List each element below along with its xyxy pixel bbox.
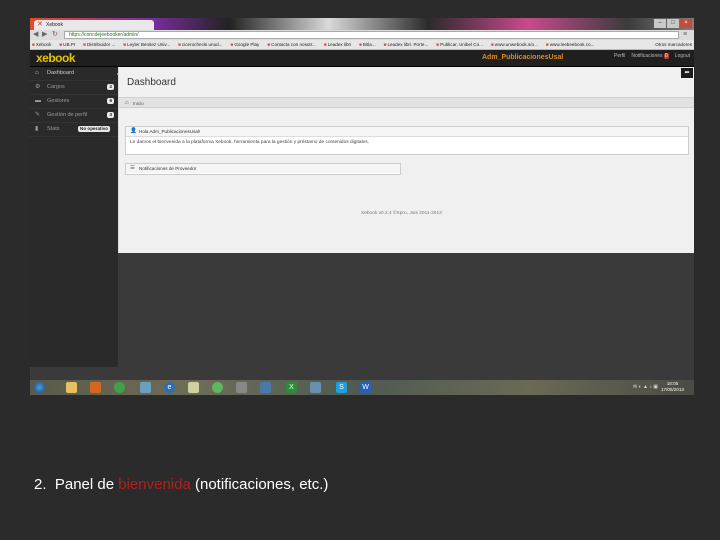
address-bar[interactable]: https://concdejeebooker/admin/: [64, 31, 679, 39]
home-icon: ⌂: [35, 70, 39, 76]
count-badge: 6: [107, 98, 114, 104]
app-name: Adm_PublicacionesUsal: [482, 54, 564, 61]
bookmark-item[interactable]: cicerochecki.unud...: [176, 40, 223, 49]
spotify-icon[interactable]: [212, 382, 223, 393]
windows-taskbar: e X S W ✉ ◐ ▲ ♪ ▣ 16:05 17/05/2013: [30, 380, 694, 395]
files-icon[interactable]: [188, 382, 199, 393]
app-header: xebook Adm_PublicacionesUsal Perfil Noti…: [30, 50, 694, 67]
menu-icon[interactable]: ≡: [683, 31, 687, 39]
bookmark-item[interactable]: Leyler Benitez Univ...: [121, 40, 170, 49]
welcome-panel: 👤 Hola Adm_PublicacionesUsal! Le damos e…: [125, 126, 689, 155]
bookmark-item[interactable]: www.leebeebook.co...: [544, 40, 595, 49]
start-button-icon[interactable]: [34, 382, 45, 393]
count-badge: 3: [107, 112, 114, 118]
notifications-link[interactable]: Notificaciones 0: [631, 53, 669, 59]
window-controls: – □ ×: [654, 19, 692, 28]
media-icon[interactable]: [236, 382, 247, 393]
bookmarks-bar: Xebook UB.PI Distribuidor ... Leyler Ben…: [30, 40, 694, 50]
bookmark-item[interactable]: Distribuidor ...: [81, 40, 115, 49]
forward-arrow-icon[interactable]: ▶: [42, 31, 47, 39]
breadcrumb: ⌂ Inicio: [119, 97, 694, 108]
sidebar-item-label: Gestores: [47, 98, 70, 104]
sidebar-item-label: Dashboard: [47, 70, 74, 76]
caption-number: 2.: [34, 476, 47, 493]
notifications-panel: ☰ Notificaciones de Proveedor: [125, 163, 401, 175]
list-icon: ☰: [130, 165, 135, 171]
welcome-panel-header: 👤 Hola Adm_PublicacionesUsal!: [126, 127, 688, 137]
sidebar: ⌂ Dashboard ⚙ Cargos 2 ▬ Gestores 6 ✎ Ge…: [30, 67, 120, 367]
sidebar-item-stats[interactable]: ▮ Stats No operativo: [30, 123, 118, 137]
xebook-favicon-icon: ✕: [37, 21, 43, 28]
welcome-message: Le damos el bienvenida a la plataforma X…: [130, 140, 369, 145]
user-icon: 👤: [130, 128, 137, 134]
folder-icon[interactable]: [66, 382, 77, 393]
screenshot: ✕ Xebook – □ × ◀ ▶ ↻ https://concdejeebo…: [30, 18, 694, 395]
notifications-panel-header: ☰ Notificaciones de Proveedor: [126, 164, 400, 173]
count-badge: 2: [107, 84, 114, 90]
back-to-top-button[interactable]: ⬅: [681, 68, 693, 78]
bookmark-item[interactable]: Google Play: [229, 40, 259, 49]
caption-prefix: Panel de: [54, 476, 119, 493]
system-tray[interactable]: ✉ ◐ ▲ ♪ ▣: [633, 384, 658, 390]
ie-icon[interactable]: e: [164, 382, 175, 393]
browser-tab[interactable]: ✕ Xebook: [34, 20, 154, 30]
bookmark-item[interactable]: Leadex libri. Porte...: [382, 40, 428, 49]
notifications-panel-title: Notificaciones de Proveedor: [139, 166, 197, 171]
excel-icon[interactable]: X: [286, 382, 297, 393]
minimize-button[interactable]: –: [654, 19, 666, 28]
caption-highlight: bienvenida: [118, 476, 191, 493]
word-icon[interactable]: W: [360, 382, 371, 393]
chrome-icon[interactable]: [114, 382, 125, 393]
back-arrow-icon[interactable]: ◀: [33, 31, 38, 39]
breadcrumb-item[interactable]: Inicio: [133, 101, 144, 106]
sidebar-item-label: Cargos: [47, 84, 65, 90]
sidebar-item-dashboard[interactable]: ⌂ Dashboard: [30, 67, 120, 81]
sidebar-item-label: Gestión de perfil: [47, 112, 88, 118]
pencil-icon: ✎: [35, 112, 41, 118]
notifications-label: Notificaciones: [631, 53, 663, 59]
bookmark-item[interactable]: Leadex libri: [322, 40, 352, 49]
home-icon: ⌂: [125, 100, 129, 106]
reload-icon[interactable]: ↻: [52, 31, 58, 39]
logout-link[interactable]: Logout: [675, 53, 690, 59]
bookmark-item[interactable]: Contacta con nosotr...: [265, 40, 316, 49]
slide-caption: 2. Panel de bienvenida (notificaciones, …: [34, 476, 328, 493]
welcome-panel-title: Hola Adm_PublicacionesUsal!: [139, 129, 201, 134]
bookmark-item[interactable]: www.unwebook.s/o...: [489, 40, 538, 49]
bookmarks-other-folder[interactable]: Otros marcadores: [655, 40, 692, 49]
sidebar-item-cargos[interactable]: ⚙ Cargos 2: [30, 81, 118, 95]
xebook-logo[interactable]: xebook: [36, 51, 76, 65]
bookmark-item[interactable]: Publicar, Unibel Co...: [434, 40, 483, 49]
footer-text: Xebook v0.2.4 ©Xpro, Juis 2011-2013: [361, 211, 442, 216]
main-content: Dashboard ⌂ Inicio 👤 Hola Adm_Publicacio…: [118, 67, 694, 253]
empty-area: [118, 253, 694, 380]
sidebar-item-label: Stats: [47, 126, 60, 132]
close-button[interactable]: ×: [680, 19, 692, 28]
search-icon[interactable]: [310, 382, 321, 393]
maximize-button[interactable]: □: [667, 19, 679, 28]
app-icon[interactable]: [140, 382, 151, 393]
browser-toolbar: ◀ ▶ ↻ https://concdejeebooker/admin/ ≡: [30, 30, 694, 40]
status-badge: No operativo: [78, 126, 111, 132]
chart-icon: ▮: [35, 126, 39, 132]
caption-suffix: (notificaciones, etc.): [190, 476, 329, 493]
user-bar: Perfil Notificaciones 0 Logout: [614, 53, 690, 59]
profile-link[interactable]: Perfil: [614, 53, 625, 59]
sidebar-item-gestion-perfil[interactable]: ✎ Gestión de perfil 3: [30, 109, 118, 123]
skype-icon[interactable]: S: [336, 382, 347, 393]
tab-title: Xebook: [46, 22, 63, 28]
gear-icon: ⚙: [35, 84, 41, 90]
notifications-count-badge: 0: [663, 53, 669, 59]
firefox-icon[interactable]: [90, 382, 101, 393]
clock-date: 17/05/2013: [661, 387, 684, 392]
sidebar-item-gestores[interactable]: ▬ Gestores 6: [30, 95, 118, 109]
network-icon[interactable]: [260, 382, 271, 393]
page-title: Dashboard: [127, 77, 176, 88]
bookmark-item[interactable]: UB.PI: [57, 40, 75, 49]
bookmark-item[interactable]: Xebook: [30, 40, 52, 49]
bookmark-item[interactable]: Bitla...: [357, 40, 376, 49]
taskbar-clock[interactable]: 16:05 17/05/2013: [661, 381, 684, 393]
folder-icon: ▬: [35, 98, 41, 104]
browser-titlebar: ✕ Xebook – □ ×: [30, 18, 694, 30]
